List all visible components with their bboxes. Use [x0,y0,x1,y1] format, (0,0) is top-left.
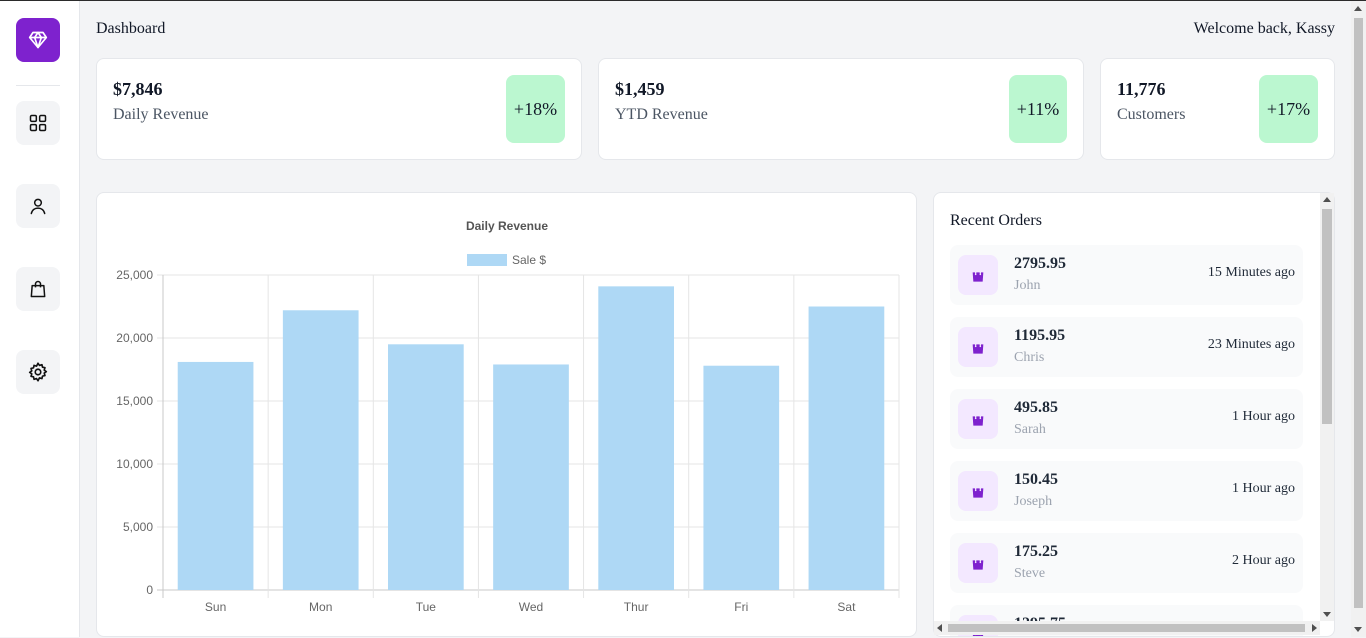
shopping-bag-icon [958,327,998,367]
x-tick-label: Thur [624,600,649,614]
recent-orders-title: Recent Orders [950,212,1042,229]
legend-label[interactable]: Sale $ [512,253,546,267]
order-customer-name: John [1014,278,1041,293]
shopping-bag-icon [958,255,998,295]
sidebar-item-settings[interactable] [16,350,60,394]
diamond-icon [28,31,48,49]
grid-icon [29,114,47,132]
y-tick-label: 10,000 [116,457,153,471]
bar-thur[interactable] [598,286,674,590]
order-list-item[interactable]: 1195.95 Chris 23 Minutes ago [950,317,1303,377]
sidebar [0,1,80,637]
order-list-item[interactable]: 150.45 Joseph 1 Hour ago [950,461,1303,521]
x-tick-label: Fri [734,600,748,614]
order-time: 1 Hour ago [1232,481,1295,496]
stat-label: Daily Revenue [113,106,209,123]
stat-value: $7,846 [113,79,163,99]
scroll-down-arrow-icon[interactable] [1323,612,1331,617]
sidebar-item-orders[interactable] [16,267,60,311]
page-vertical-scrollbar[interactable] [1351,1,1366,637]
shopping-bag-icon [958,471,998,511]
scroll-left-arrow-icon[interactable] [937,624,942,632]
bar-mon[interactable] [282,310,359,590]
stat-change-badge: +11% [1009,75,1067,143]
bar-sat[interactable] [808,306,885,591]
x-tick-label: Mon [309,600,332,614]
shopping-bag-icon [958,399,998,439]
y-tick-label: 20,000 [116,331,153,345]
legend-swatch [467,254,507,266]
scroll-down-arrow-icon[interactable] [1354,627,1362,632]
order-list-item[interactable]: 175.25 Steve 2 Hour ago [950,533,1303,593]
y-tick-label: 5,000 [123,520,153,534]
order-time: 2 Hour ago [1232,553,1295,568]
stat-card-customers: 11,776 Customers +17% [1100,58,1335,160]
order-list-item[interactable]: 2795.95 John 15 Minutes ago [950,245,1303,305]
stat-value: $1,459 [615,79,665,99]
bar-wed[interactable] [493,364,569,590]
bar-sun[interactable] [177,361,254,590]
stat-card-ytd-revenue: $1,459 YTD Revenue +11% [598,58,1084,160]
daily-revenue-chart: Daily Revenue Sale $ 0 5,000 10,000 15,000 2… [116,219,900,614]
scroll-up-arrow-icon[interactable] [1323,197,1331,202]
order-amount: 2795.95 [1014,255,1066,272]
shopping-bag-icon [30,280,46,298]
order-customer-name: Joseph [1014,494,1053,509]
bar-fri[interactable] [703,365,780,590]
orders-vertical-scrollbar[interactable] [1320,193,1334,621]
x-tick-label: Tue [416,600,437,614]
welcome-message: Welcome back, Kassy [1193,20,1335,37]
y-tick-label: 15,000 [116,394,153,408]
x-tick-label: Wed [519,600,543,614]
page-title: Dashboard [96,20,166,37]
brand-logo-button[interactable] [16,18,60,62]
scrollbar-thumb[interactable] [948,624,1305,632]
order-customer-name: Steve [1014,566,1046,581]
x-tick-label: Sat [837,600,856,614]
user-icon [30,198,46,215]
stat-change-badge: +18% [506,75,565,143]
scrollbar-thumb[interactable] [1322,209,1332,424]
y-tick-label: 25,000 [116,268,153,282]
chart-title: Daily Revenue [466,219,548,233]
order-amount: 495.85 [1014,399,1058,416]
stat-change-badge: +17% [1259,75,1318,143]
scroll-up-arrow-icon[interactable] [1354,6,1362,11]
order-time: 15 Minutes ago [1207,265,1295,280]
y-tick-label: 0 [146,583,153,597]
daily-revenue-chart-panel: Daily Revenue Sale $ 0 5,000 10,000 15,000 2… [96,192,917,637]
stat-value: 11,776 [1117,79,1166,99]
order-amount: 150.45 [1014,471,1058,488]
order-customer-name: Chris [1014,350,1045,365]
order-amount: 1195.95 [1014,327,1066,344]
x-tick-label: Sun [205,600,226,614]
order-amount: 175.25 [1014,543,1058,560]
stat-label: YTD Revenue [615,106,708,123]
bar-tue[interactable] [388,344,464,590]
sidebar-item-dashboard[interactable] [16,101,60,145]
stat-card-daily-revenue: $7,846 Daily Revenue +18% [96,58,582,160]
order-time: 1 Hour ago [1232,409,1295,424]
order-list-item[interactable]: 495.85 Sarah 1 Hour ago [950,389,1303,449]
recent-orders-panel: Recent Orders 2795.95 John 15 Minutes ago 1… [933,192,1335,637]
sidebar-divider [16,85,60,86]
sidebar-item-customers[interactable] [16,184,60,228]
scrollbar-thumb[interactable] [1354,18,1363,608]
order-customer-name: Sarah [1014,422,1046,437]
order-time: 23 Minutes ago [1207,337,1295,352]
gear-icon [28,362,48,382]
orders-horizontal-scrollbar[interactable] [934,621,1320,635]
stat-label: Customers [1117,106,1186,123]
scroll-right-arrow-icon[interactable] [1312,624,1317,632]
shopping-bag-icon [958,543,998,583]
